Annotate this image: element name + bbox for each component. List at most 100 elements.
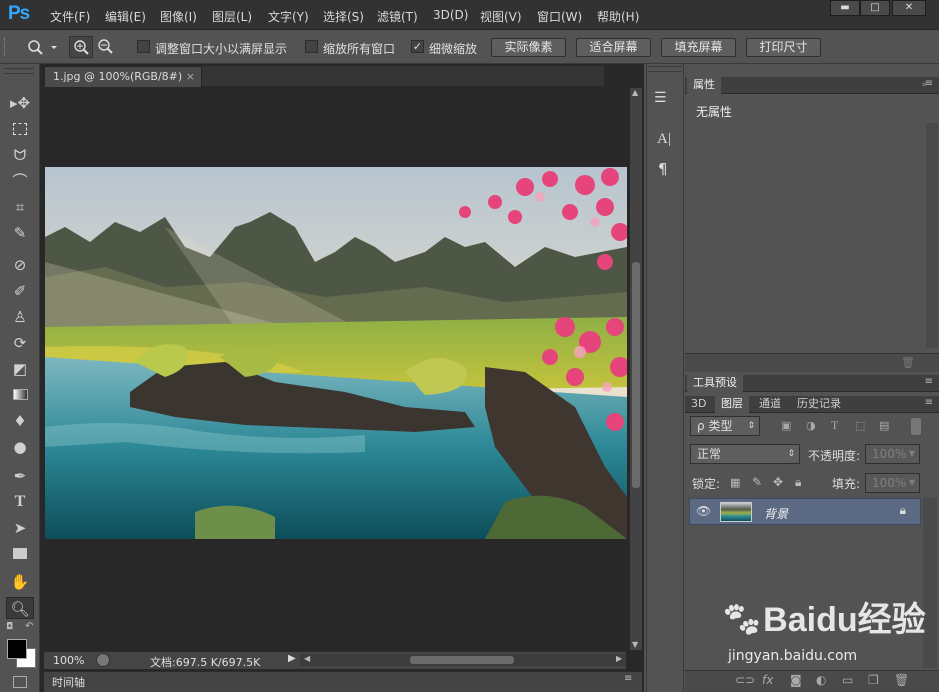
close-button[interactable]: ✕	[892, 0, 926, 16]
eye-visibility-icon[interactable]: 👁︎	[696, 504, 711, 518]
pen-tool[interactable]: ✒	[6, 465, 34, 487]
type-tool[interactable]: T	[6, 491, 34, 513]
menu-window[interactable]: 窗口(W)	[537, 8, 582, 25]
menu-select[interactable]: 选择(S)	[323, 8, 364, 25]
menu-layer[interactable]: 图层(L)	[212, 8, 252, 25]
menu-file[interactable]: 文件(F)	[50, 8, 90, 25]
scroll-up-arrow-icon[interactable]: ▲	[632, 88, 638, 97]
gradient-tool[interactable]	[6, 384, 34, 406]
opacity-input[interactable]: 100% ▼	[865, 444, 920, 464]
menu-edit[interactable]: 编辑(E)	[105, 8, 146, 25]
properties-scrollbar[interactable]	[926, 123, 938, 348]
fit-screen-button[interactable]: 适合屏幕	[576, 38, 651, 57]
status-menu-arrow-icon[interactable]: ▶	[288, 653, 296, 664]
scrubby-zoom-checkbox[interactable]: ✓	[411, 40, 424, 53]
menu-view[interactable]: 视图(V)	[480, 8, 522, 25]
brush-tool[interactable]: ✐	[6, 280, 34, 302]
fill-screen-button[interactable]: 填充屏幕	[661, 38, 736, 57]
menu-type[interactable]: 文字(Y)	[268, 8, 309, 25]
menu-filter[interactable]: 滤镜(T)	[377, 8, 418, 25]
eraser-tool[interactable]: ◩	[6, 358, 34, 380]
quick-mask-icon[interactable]	[13, 676, 27, 688]
add-mask-icon[interactable]: ◙	[790, 673, 802, 687]
new-layer-icon[interactable]: ❐	[868, 673, 879, 687]
blend-mode-select[interactable]: 正常 ⇕	[690, 444, 800, 464]
hand-tool[interactable]: ✋	[6, 571, 34, 593]
lock-pixels-icon[interactable]: ✎	[752, 475, 762, 489]
tab-3d[interactable]: 3D	[685, 396, 712, 413]
clone-stamp-tool[interactable]: ♙	[6, 306, 34, 328]
lock-all-icon[interactable]: 🔒︎	[795, 475, 801, 490]
filter-type-icon[interactable]: T	[831, 418, 838, 433]
link-layers-icon[interactable]: ⊂⊃	[735, 673, 755, 687]
filter-shape-icon[interactable]: ⬚	[855, 419, 865, 432]
scroll-right-arrow-icon[interactable]: ▶	[616, 654, 622, 663]
timeline-menu-icon[interactable]: ≡	[624, 673, 632, 684]
options-grip[interactable]	[4, 38, 7, 56]
crop-tool[interactable]: ⌗	[6, 196, 34, 218]
eyedropper-tool[interactable]: ✎	[6, 222, 34, 244]
trash-icon[interactable]: 🗑︎	[901, 356, 915, 369]
horizontal-scroll-thumb[interactable]	[410, 656, 514, 664]
fill-input[interactable]: 100% ▼	[865, 473, 920, 493]
scroll-left-arrow-icon[interactable]: ◀	[304, 654, 310, 663]
layers-scrollbar[interactable]	[923, 498, 937, 668]
scroll-down-arrow-icon[interactable]: ▼	[632, 640, 638, 649]
vertical-scroll-thumb[interactable]	[632, 262, 640, 488]
menu-help[interactable]: 帮助(H)	[597, 8, 639, 25]
close-tab-icon[interactable]: ×	[186, 67, 195, 86]
status-info-icon[interactable]	[96, 653, 110, 667]
default-colors-icon[interactable]: ◘	[6, 622, 13, 632]
layers-menu-icon[interactable]: ≡	[925, 397, 933, 408]
rectangle-tool[interactable]	[6, 543, 34, 565]
path-selection-tool[interactable]: ➤	[6, 517, 34, 539]
tab-history[interactable]: 历史记录	[791, 396, 847, 413]
resize-windows-checkbox[interactable]	[137, 40, 150, 53]
print-size-button[interactable]: 打印尺寸	[746, 38, 821, 57]
marquee-tool[interactable]	[6, 118, 34, 140]
collapse-panel-icon[interactable]: »	[921, 80, 927, 90]
lock-position-icon[interactable]: ✥	[773, 475, 783, 489]
layer-filter-select[interactable]: ρ 类型 ⇕	[690, 416, 760, 436]
maximize-button[interactable]: □	[860, 0, 890, 16]
tab-properties[interactable]: 属性	[687, 77, 721, 94]
tool-presets-menu-icon[interactable]: ≡	[925, 376, 933, 387]
filter-toggle[interactable]	[911, 418, 921, 435]
layer-row-background[interactable]: 👁︎ 背景 🔒︎	[689, 498, 921, 525]
timeline-panel-tab[interactable]	[44, 671, 642, 692]
blur-tool[interactable]: ♦	[6, 410, 34, 432]
tab-layers[interactable]: 图层	[715, 396, 749, 413]
healing-brush-tool[interactable]: ⊘	[6, 254, 34, 276]
delete-layer-icon[interactable]: 🗑︎	[894, 673, 909, 687]
filter-adjustment-icon[interactable]: ◑	[806, 419, 816, 432]
move-tool[interactable]: ▸✥	[6, 92, 34, 114]
zoom-level[interactable]: 100%	[53, 654, 84, 667]
minimize-button[interactable]: ▬	[830, 0, 860, 16]
quick-selection-tool[interactable]: ⌒	[6, 170, 34, 192]
actual-pixels-button[interactable]: 实际像素	[491, 38, 566, 57]
menu-image[interactable]: 图像(I)	[160, 8, 197, 25]
filter-smart-object-icon[interactable]: ▤	[879, 419, 889, 432]
swap-colors-icon[interactable]: ↶	[25, 621, 33, 632]
icon-strip-grip[interactable]	[648, 66, 682, 72]
character-panel-icon[interactable]: A|	[657, 131, 671, 148]
zoom-tool[interactable]: 🔍︎	[6, 597, 34, 619]
layer-name[interactable]: 背景	[764, 505, 788, 522]
paragraph-panel-icon[interactable]: ¶	[658, 160, 668, 178]
history-panel-icon[interactable]: ☰	[654, 90, 667, 106]
zoom-all-windows-checkbox[interactable]	[305, 40, 318, 53]
canvas-image[interactable]	[45, 167, 627, 539]
menu-3d[interactable]: 3D(D)	[433, 8, 468, 22]
fx-icon[interactable]: fx	[762, 673, 773, 687]
history-brush-tool[interactable]: ⟳	[6, 332, 34, 354]
tab-channels[interactable]: 通道	[753, 396, 787, 413]
dodge-tool[interactable]: ●	[6, 436, 34, 458]
zoom-out-button[interactable]	[94, 36, 118, 58]
lock-transparent-icon[interactable]: ▦	[730, 476, 740, 489]
document-tab[interactable]: 1.jpg @ 100%(RGB/8#) ×	[44, 66, 202, 87]
new-group-icon[interactable]: ▭	[842, 673, 853, 687]
lasso-tool[interactable]: ᗢ	[6, 144, 34, 166]
adjustment-layer-icon[interactable]: ◐	[816, 673, 826, 687]
tab-tool-presets[interactable]: 工具预设	[687, 375, 743, 392]
foreground-color-swatch[interactable]	[7, 639, 27, 659]
